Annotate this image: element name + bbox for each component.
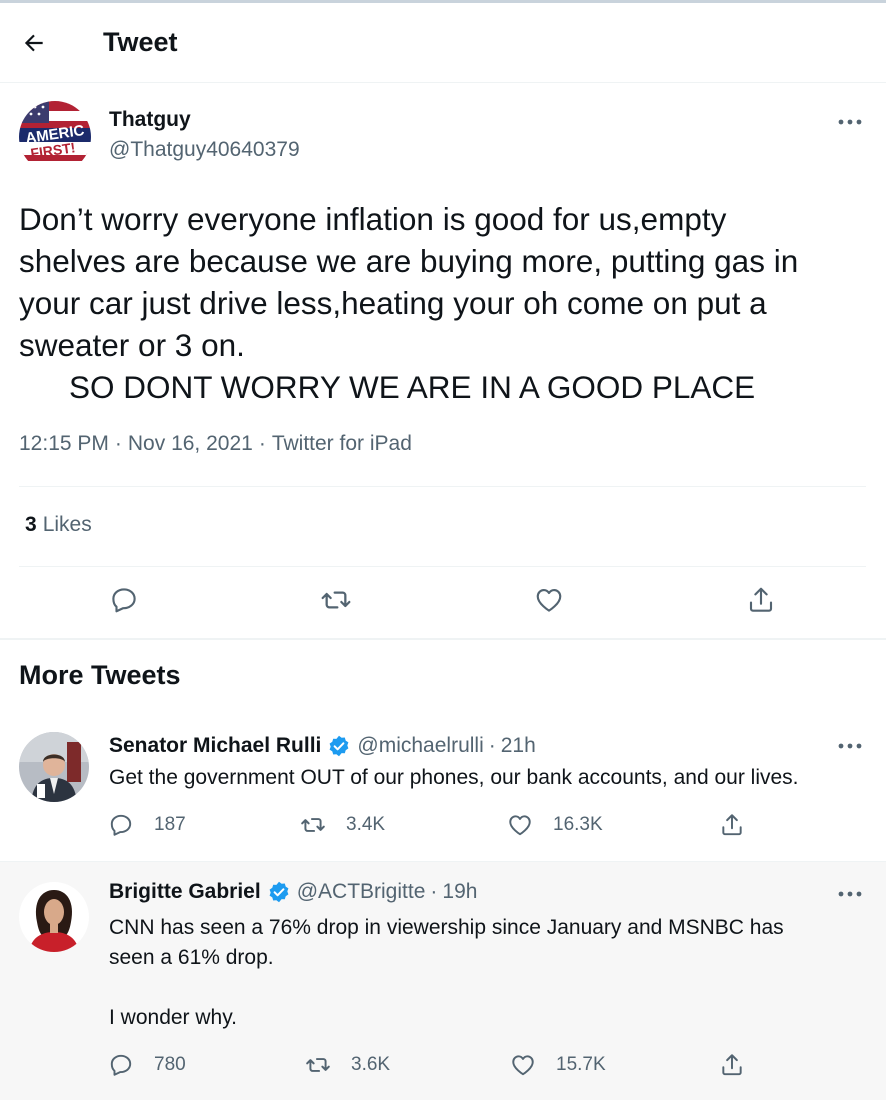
likes-label: Likes	[42, 513, 92, 536]
like-count: 16.3K	[553, 814, 603, 835]
divider	[19, 486, 866, 487]
back-button[interactable]	[16, 25, 52, 61]
user-name[interactable]: Brigitte Gabriel	[109, 880, 261, 904]
user-name[interactable]: Senator Michael Rulli	[109, 734, 321, 758]
section-separator	[0, 638, 886, 640]
share-button[interactable]	[745, 584, 777, 616]
tweet-more-button[interactable]	[832, 882, 868, 906]
arrow-left-icon	[24, 34, 43, 52]
heart-icon	[509, 815, 531, 836]
senator-avatar-image	[19, 732, 89, 802]
likes-stat[interactable]: 3 Likes	[25, 513, 92, 537]
reply-button[interactable]: 780	[108, 1052, 186, 1078]
tweet-text-line: SO DONT WORRY WE ARE IN A GOOD PLACE	[69, 369, 756, 405]
meta-separator: ·	[488, 734, 496, 757]
tweet-card-body: CNN has seen a 76% drop in viewership si…	[109, 913, 869, 1033]
retweet-icon	[301, 818, 325, 832]
share-button[interactable]	[719, 1052, 765, 1078]
tweet-card-line: seen a 61% drop.	[109, 946, 274, 969]
brigitte-avatar-image	[19, 882, 89, 952]
heart-icon	[512, 1055, 534, 1076]
tweet-text-line: sweater or 3 on.	[19, 327, 245, 363]
share-icon	[722, 1054, 742, 1076]
tweet-card-header: Senator Michael Rulli @michaelrulli · 21…	[109, 734, 536, 758]
retweet-icon	[306, 1058, 330, 1072]
more-dots-icon	[838, 743, 862, 749]
retweet-icon	[321, 591, 351, 609]
tweet-card-line: CNN has seen a 76% drop in viewership si…	[109, 916, 784, 939]
tweet-card-actions: 780 3.6K 15.7K	[0, 1052, 886, 1082]
user-avatar[interactable]	[19, 882, 89, 952]
retweet-count: 3.6K	[351, 1054, 391, 1075]
like-button[interactable]: 15.7K	[510, 1052, 606, 1078]
tweet-action-bar	[0, 570, 886, 636]
reply-button[interactable]	[108, 584, 140, 616]
tweet-text-line: shelves are because we are buying more, …	[19, 243, 799, 279]
tweet-card-line: Get the government OUT of our phones, ou…	[109, 766, 799, 789]
tweet-age[interactable]: 21h	[501, 734, 536, 758]
like-button[interactable]	[533, 584, 565, 616]
verified-badge-icon	[267, 880, 291, 904]
tweet-text: Don’t worry everyone inflation is good f…	[19, 198, 879, 408]
tweet-card-line	[109, 973, 869, 1003]
tweet-author: AMERIC FIRST! Thatguy @Thatguy40640379	[0, 96, 886, 176]
user-handle[interactable]: @michaelrulli	[357, 734, 483, 758]
more-tweet-card[interactable]: Senator Michael Rulli @michaelrulli · 21…	[0, 716, 886, 862]
reply-icon	[110, 1054, 132, 1076]
tweet-meta: 12:15 PM · Nov 16, 2021 · Twitter for iPad	[19, 432, 418, 456]
like-button[interactable]: 16.3K	[507, 812, 603, 838]
meta-separator: ·	[430, 880, 438, 903]
author-avatar[interactable]: AMERIC FIRST!	[19, 101, 91, 173]
retweet-button[interactable]: 3.6K	[305, 1052, 390, 1078]
share-icon	[749, 587, 773, 612]
share-icon	[722, 814, 742, 836]
more-tweet-card[interactable]: Brigitte Gabriel @ACTBrigitte · 19h CNN …	[0, 862, 886, 1100]
tweet-text-line: your car just drive less,heating your oh…	[19, 285, 767, 321]
reply-count: 780	[154, 1054, 186, 1075]
heart-icon	[536, 588, 562, 612]
more-dots-icon	[838, 891, 862, 897]
reply-icon	[112, 588, 136, 613]
tweet-more-button[interactable]	[832, 734, 868, 758]
tweet-card-header: Brigitte Gabriel @ACTBrigitte · 19h	[109, 880, 477, 904]
retweet-button[interactable]	[320, 584, 352, 616]
tweet-date[interactable]: Nov 16, 2021	[128, 432, 253, 455]
likes-count: 3	[25, 513, 37, 536]
share-button[interactable]	[719, 812, 765, 838]
tweet-card-actions: 187 3.4K 16.3K	[0, 812, 886, 842]
america-first-avatar-image: AMERIC FIRST!	[19, 101, 91, 173]
like-count: 15.7K	[556, 1054, 606, 1075]
verified-badge-icon	[327, 734, 351, 758]
reply-count: 187	[154, 814, 186, 835]
tweet-time[interactable]: 12:15 PM	[19, 432, 109, 455]
tweet-age[interactable]: 19h	[442, 880, 477, 904]
reply-icon	[110, 814, 132, 836]
more-tweets-heading: More Tweets	[19, 660, 181, 690]
author-name[interactable]: Thatguy	[109, 108, 191, 132]
tweet-text-line: Don’t worry everyone inflation is good f…	[19, 201, 727, 237]
page-header: Tweet	[0, 3, 886, 83]
page-title: Tweet	[103, 27, 178, 57]
user-handle[interactable]: @ACTBrigitte	[297, 880, 426, 904]
meta-separator: ·	[114, 432, 122, 455]
tweet-card-body: Get the government OUT of our phones, ou…	[109, 763, 869, 793]
author-handle[interactable]: @Thatguy40640379	[109, 138, 300, 162]
tweet-more-button[interactable]	[832, 110, 868, 134]
tweet-source[interactable]: Twitter for iPad	[272, 432, 412, 455]
reply-button[interactable]: 187	[108, 812, 186, 838]
divider	[19, 566, 866, 567]
retweet-button[interactable]: 3.4K	[300, 812, 385, 838]
more-dots-icon	[838, 119, 862, 125]
meta-separator: ·	[258, 432, 266, 455]
user-avatar[interactable]	[19, 732, 89, 802]
tweet-card-line: I wonder why.	[109, 1006, 237, 1029]
retweet-count: 3.4K	[346, 814, 386, 835]
